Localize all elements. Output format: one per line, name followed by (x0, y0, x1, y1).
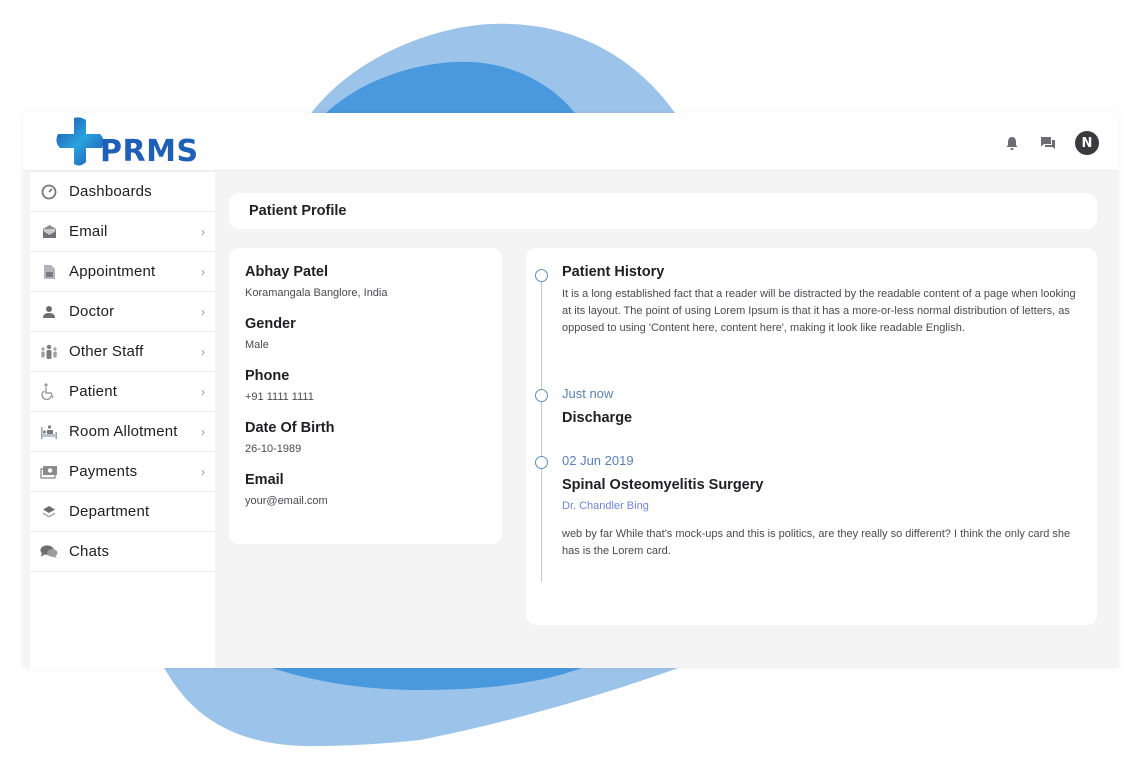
chevron-right-icon: › (201, 304, 205, 319)
sidebar-item-room-allotment[interactable]: Room Allotment › (30, 412, 215, 452)
event-note: web by far While that's mock-ups and thi… (562, 528, 1071, 557)
user-avatar[interactable]: N (1075, 131, 1099, 155)
staff-icon (40, 343, 58, 361)
event-title: Spinal Osteomyelitis Surgery (562, 477, 764, 493)
brand-name: PRMS (100, 134, 199, 169)
sidebar-item-label: Payments (69, 463, 138, 480)
history-intro: Patient History It is a long established… (562, 264, 1083, 337)
sidebar-item-other-staff[interactable]: Other Staff › (30, 332, 215, 372)
sidebar-item-label: Chats (69, 543, 110, 560)
timeline-line (541, 276, 542, 582)
sidebar-item-label: Patient (69, 383, 118, 400)
sidebar-item-appointment[interactable]: Appointment › (30, 252, 215, 292)
sidebar-item-email[interactable]: Email › (30, 212, 215, 252)
phone-label: Phone (245, 368, 290, 384)
sidebar-item-chats[interactable]: Chats (30, 532, 215, 572)
dob-label: Date Of Birth (245, 420, 335, 436)
patient-history-card: Patient History It is a long established… (526, 248, 1097, 625)
event-date: 02 Jun 2019 (562, 453, 634, 468)
bed-icon (40, 423, 58, 441)
chevron-right-icon: › (201, 344, 205, 359)
sidebar-item-patient[interactable]: Patient › (30, 372, 215, 412)
chat-icon[interactable] (1039, 134, 1057, 152)
envelope-icon (40, 223, 58, 241)
chats-icon (40, 543, 58, 561)
timeline-dot (535, 389, 548, 402)
sidebar-item-payments[interactable]: Payments › (30, 452, 215, 492)
sidebar-item-label: Appointment (69, 263, 156, 280)
sidebar-item-label: Email (69, 223, 108, 240)
gender-label: Gender (245, 316, 296, 332)
sidebar-item-label: Dashboards (69, 183, 152, 200)
timeline-event: 02 Jun 2019 Spinal Osteomyelitis Surgery… (562, 453, 1083, 560)
sidebar-item-label: Department (69, 503, 150, 520)
history-intro-text: It is a long established fact that a rea… (562, 288, 1076, 334)
chevron-right-icon: › (201, 224, 205, 239)
chevron-right-icon: › (201, 264, 205, 279)
chevron-right-icon: › (201, 424, 205, 439)
wheelchair-icon (40, 383, 58, 401)
event-doctor[interactable]: Dr. Chandler Bing (562, 500, 1083, 512)
page-title: Patient Profile (249, 203, 347, 219)
event-title: Discharge (562, 410, 633, 426)
timeline-dot (535, 269, 548, 282)
chevron-right-icon: › (201, 384, 205, 399)
sidebar-item-department[interactable]: Department (30, 492, 215, 532)
history-title: Patient History (562, 264, 665, 280)
email-label: Email (245, 472, 284, 488)
sidebar-item-dashboards[interactable]: Dashboards (30, 172, 215, 212)
gender-value: Male (245, 339, 269, 351)
page-header: Patient Profile (229, 193, 1097, 229)
dob-value: 26-10-1989 (245, 443, 302, 455)
sidebar-item-label: Room Allotment (69, 423, 178, 440)
bell-icon[interactable] (1003, 134, 1021, 152)
user-icon (40, 303, 58, 321)
brand-logo[interactable]: PRMS (54, 116, 199, 168)
chevron-right-icon: › (201, 464, 205, 479)
patient-address: Koramangala Banglore, India (245, 287, 388, 299)
topbar-actions: N (1003, 131, 1099, 155)
layers-icon (40, 503, 58, 521)
gauge-icon (40, 183, 58, 201)
sidebar-item-label: Doctor (69, 303, 115, 320)
event-date: Just now (562, 386, 614, 401)
sidebar-nav: Dashboards Email › Appointment › Doctor … (30, 172, 215, 668)
money-icon (40, 463, 58, 481)
phone-value: +91 1111 1111 (245, 391, 314, 403)
document-icon (40, 263, 58, 281)
patient-name: Abhay Patel (245, 264, 328, 280)
app-window: PRMS N Dashboards Email › Appointment › … (23, 113, 1119, 668)
patient-profile-card: Abhay Patel Koramangala Banglore, India … (229, 248, 502, 544)
email-value: your@email.com (245, 495, 328, 507)
medical-cross-icon (56, 117, 104, 166)
sidebar-item-label: Other Staff (69, 343, 144, 360)
timeline-event: Just now Discharge (562, 386, 1083, 426)
top-bar: PRMS N (23, 113, 1119, 171)
timeline-dot (535, 456, 548, 469)
sidebar-item-doctor[interactable]: Doctor › (30, 292, 215, 332)
